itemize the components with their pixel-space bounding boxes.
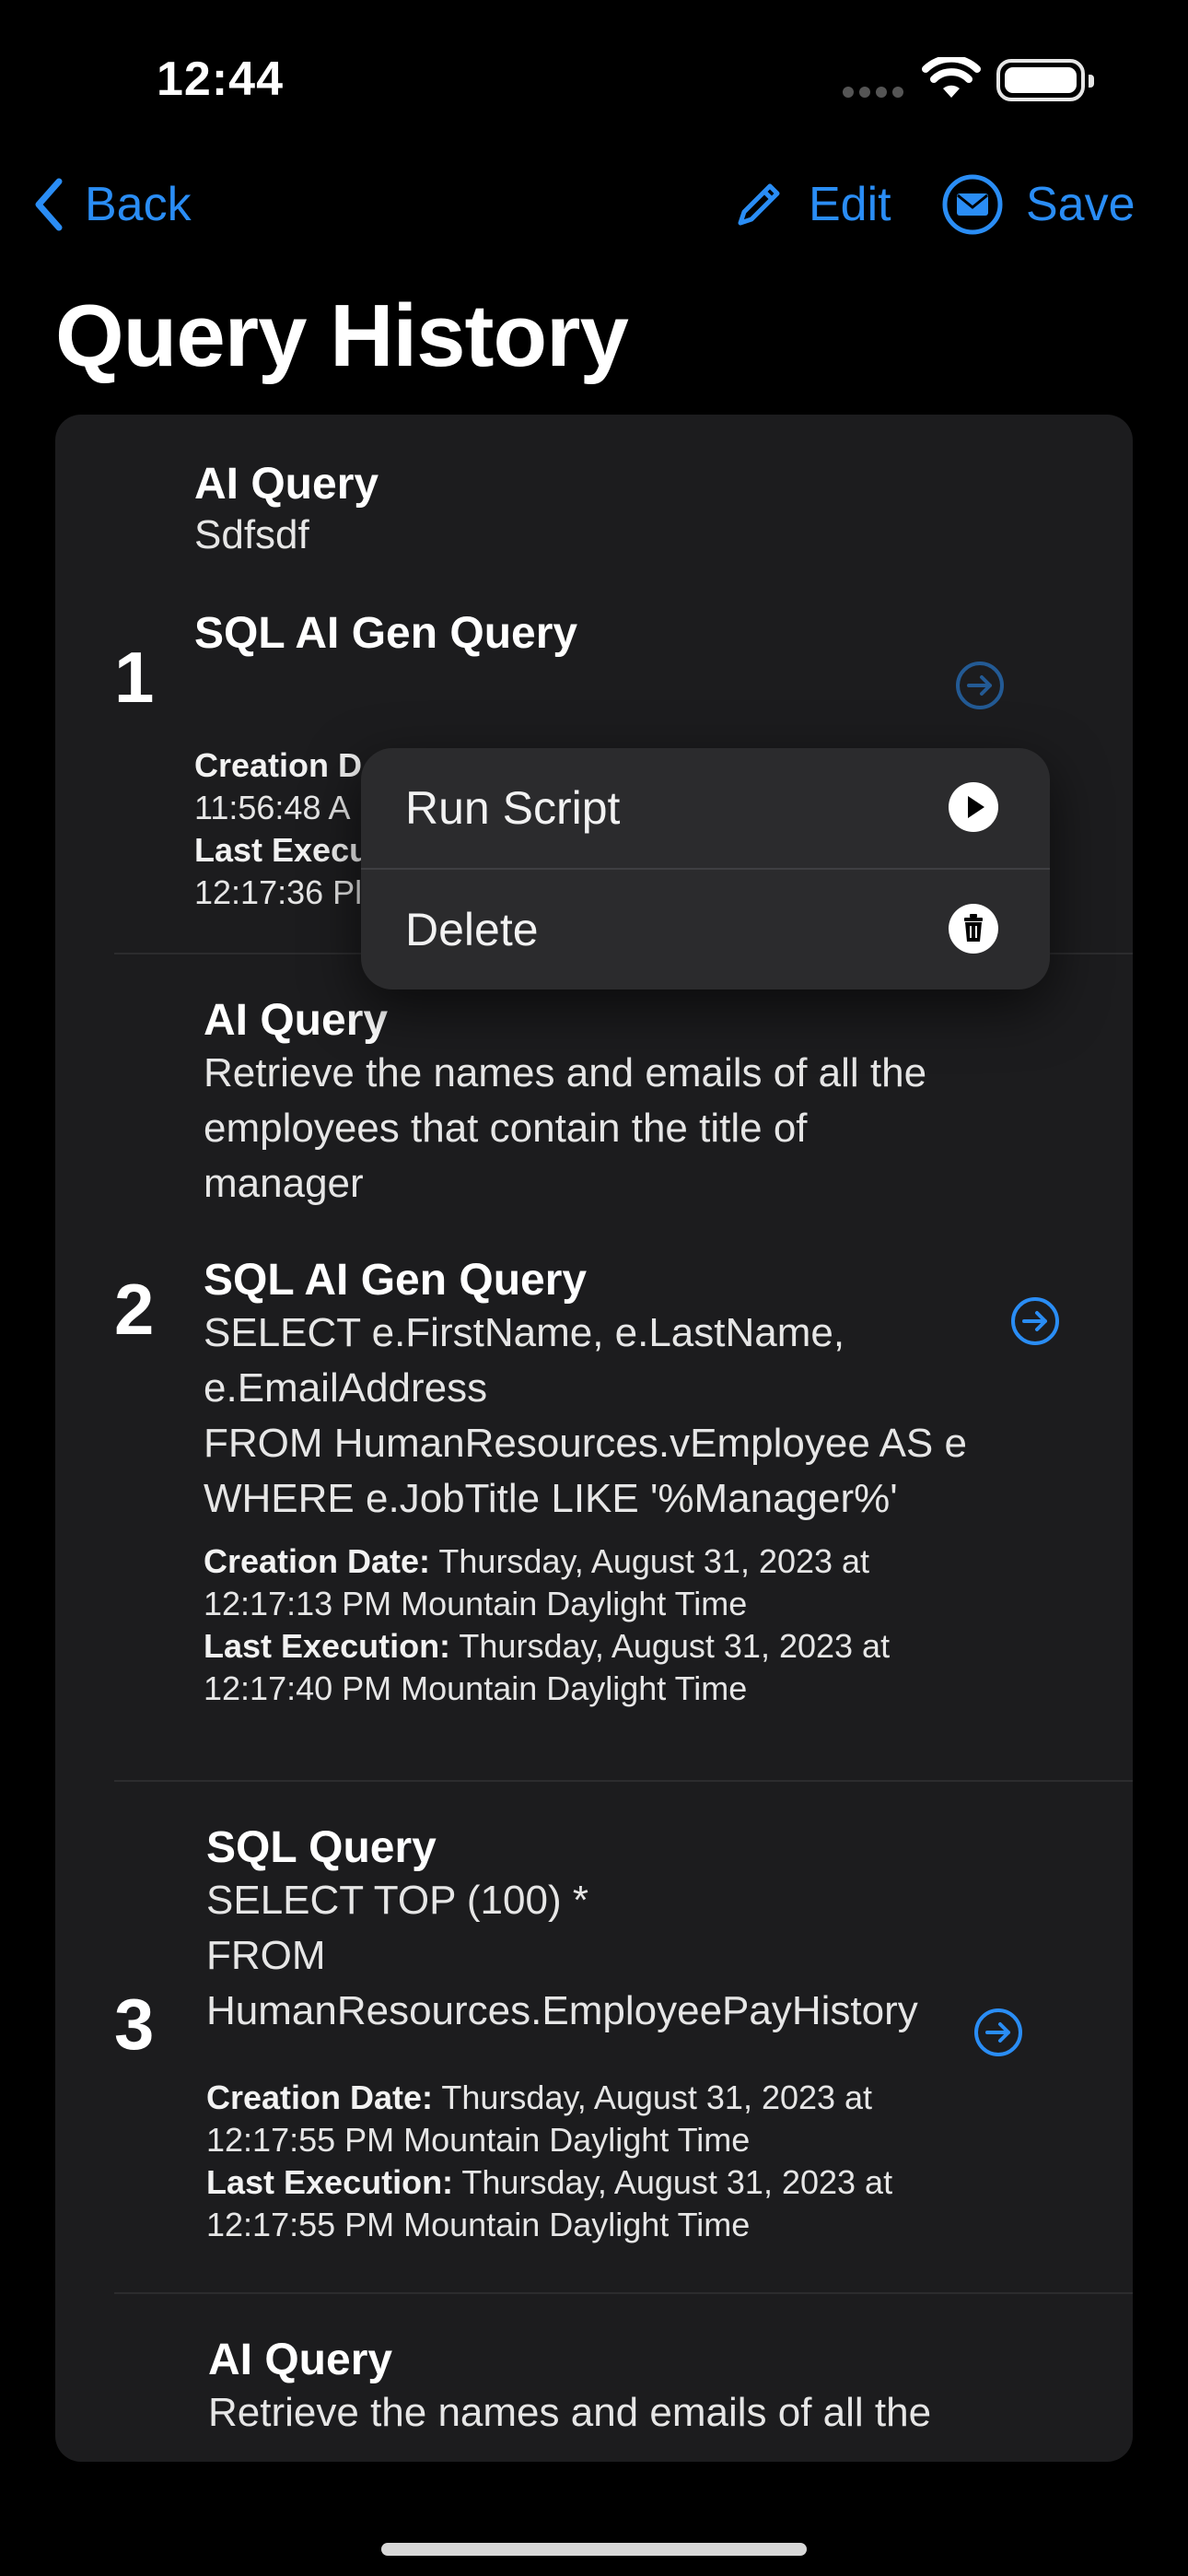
status-bar: 12:44 — [0, 0, 1188, 147]
list-item[interactable]: AI Query Retrieve the names and emails o… — [55, 2294, 1133, 2462]
run-script-label: Run Script — [405, 782, 621, 834]
last-execution-value: Thursday, August 31, 2023 at — [459, 1627, 891, 1665]
ai-query-heading: AI Query — [204, 996, 389, 1045]
ai-query-text: Sdfsdf — [194, 512, 309, 557]
list-item[interactable]: 2 AI Query Retrieve the names and emails… — [55, 954, 1133, 1780]
creation-date-value: Thursday, August 31, 2023 at — [441, 2078, 873, 2116]
last-execution-label: Last Execu — [194, 831, 370, 869]
edit-button[interactable]: Edit — [733, 177, 891, 232]
delete-label: Delete — [405, 904, 539, 955]
delete-menu-item[interactable]: Delete — [361, 870, 1050, 989]
page-title: Query History — [55, 287, 629, 385]
edit-label: Edit — [809, 178, 891, 231]
last-execution-label: Last Execution: — [206, 2163, 454, 2201]
last-execution-time: 12:17:40 PM Mountain Daylight Time — [204, 1669, 748, 1707]
run-script-menu-item[interactable]: Run Script — [361, 748, 1050, 868]
ai-query-heading: AI Query — [194, 460, 379, 509]
sql-query-text: SELECT TOP (100) * FROM HumanResources.E… — [206, 1878, 918, 2033]
last-execution-time: 12:17:55 PM Mountain Daylight Time — [206, 2206, 751, 2243]
sql-query-heading: SQL AI Gen Query — [194, 609, 578, 658]
arrow-right-circle-icon[interactable] — [973, 2007, 1024, 2058]
home-indicator[interactable] — [381, 2543, 807, 2556]
sql-query-heading: SQL AI Gen Query — [204, 1256, 588, 1305]
ai-query-text: Retrieve the names and emails of all the… — [204, 1050, 927, 1206]
cellular-signal-icon — [843, 87, 903, 100]
creation-date-time: 12:17:55 PM Mountain Daylight Time — [206, 2121, 751, 2159]
arrow-right-circle-icon[interactable] — [1009, 1295, 1061, 1347]
pencil-icon — [738, 183, 780, 226]
last-execution-label: Last Execution: — [204, 1627, 451, 1665]
ai-query-heading: AI Query — [208, 2336, 393, 2384]
status-time: 12:44 — [157, 53, 284, 106]
navigation-bar: Back Edit Save — [0, 166, 1188, 249]
back-label: Back — [85, 178, 192, 231]
last-execution-value: Thursday, August 31, 2023 at — [461, 2163, 893, 2201]
ai-query-text: Retrieve the names and emails of all the — [208, 2390, 932, 2435]
battery-icon — [996, 59, 1094, 101]
sql-query-text: SELECT e.FirstName, e.LastName, e.EmailA… — [204, 1310, 967, 1521]
chevron-left-icon — [35, 178, 63, 231]
item-number: 2 — [114, 1269, 155, 1350]
sql-query-heading: SQL Query — [206, 1823, 437, 1872]
wifi-icon — [922, 57, 981, 98]
save-button[interactable]: Save — [941, 173, 1136, 236]
creation-date-value: Thursday, August 31, 2023 at — [438, 1542, 870, 1580]
context-menu: Run Script Delete — [361, 748, 1050, 989]
creation-date-label: Creation D — [194, 746, 363, 784]
back-button[interactable]: Back — [33, 177, 192, 232]
creation-date-label: Creation Date: — [206, 2078, 434, 2116]
save-label: Save — [1026, 178, 1136, 231]
creation-date-label: Creation Date: — [204, 1542, 431, 1580]
item-number: 3 — [114, 1984, 155, 2065]
envelope-circle-icon — [942, 174, 1003, 235]
query-history-list: 1 AI Query Sdfsdf SQL AI Gen Query Creat… — [55, 415, 1133, 2462]
creation-date-time: 12:17:13 PM Mountain Daylight Time — [204, 1585, 748, 1622]
play-circle-icon — [949, 782, 998, 832]
trash-icon — [949, 904, 998, 954]
item-number: 1 — [114, 637, 155, 718]
list-item[interactable]: 3 SQL Query SELECT TOP (100) * FROM Huma… — [55, 1782, 1133, 2292]
arrow-right-circle-icon[interactable] — [954, 660, 1006, 711]
